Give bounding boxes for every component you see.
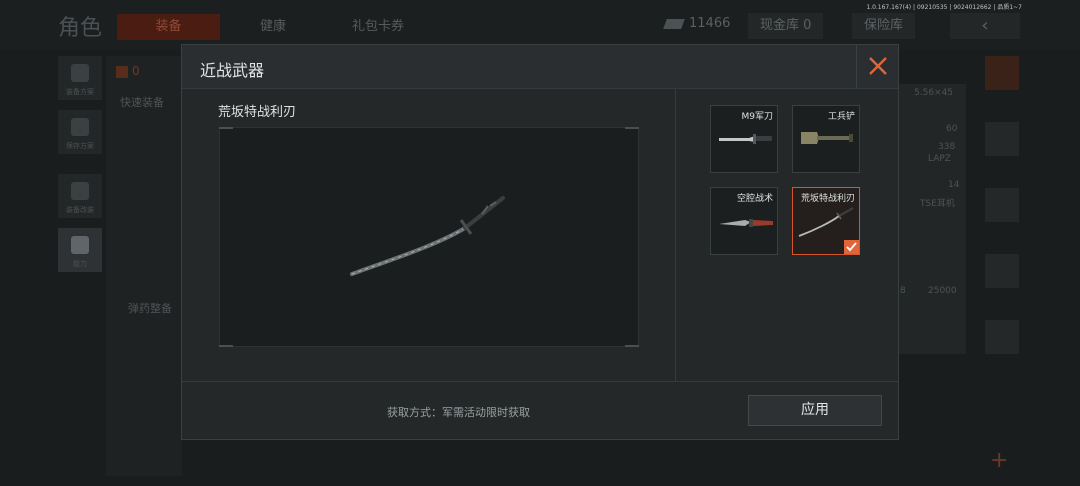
apply-button[interactable]: 应用 bbox=[748, 395, 882, 426]
bayonet-icon bbox=[719, 134, 772, 144]
count-badge: 0 bbox=[116, 64, 140, 78]
column-divider bbox=[675, 89, 676, 381]
save-plan-button[interactable]: 保存方案 bbox=[58, 110, 102, 154]
currency-value: 11466 bbox=[689, 16, 731, 31]
insurance-vault-button[interactable]: 保险库 bbox=[852, 13, 916, 39]
helmet-slot-icon[interactable] bbox=[985, 122, 1019, 156]
tab-equipment[interactable]: 装备 bbox=[117, 14, 220, 40]
back-arrow-icon: ‹ bbox=[981, 15, 989, 36]
download-icon bbox=[71, 118, 89, 136]
weapon-item-label: 荒坂特战利刃 bbox=[800, 194, 855, 204]
tab-health[interactable]: 健康 bbox=[260, 14, 286, 40]
shovel-icon bbox=[801, 132, 853, 144]
ammo-prep-button[interactable]: 弹药整备 bbox=[128, 300, 172, 316]
left-menu: 装备方案 保存方案 装备改装 能力 bbox=[58, 56, 102, 282]
close-icon bbox=[869, 57, 887, 75]
backpack-icon bbox=[116, 65, 128, 78]
footer-divider bbox=[182, 381, 898, 382]
dialog-header: 近战武器 bbox=[182, 45, 898, 89]
acquisition-method: 获取方式：军需活动限时获取 bbox=[387, 406, 530, 419]
melee-weapon-dialog: 近战武器 荒坂特战利刃 M9军刀 工兵铲 空腔战术 荒坂特战利刃 获取方式：军需… bbox=[181, 44, 899, 440]
plan-icon bbox=[71, 64, 89, 82]
tactical-knife-icon bbox=[719, 219, 773, 227]
close-button[interactable] bbox=[856, 45, 898, 88]
currency-display: 11466 bbox=[663, 16, 731, 31]
loadout-column: 5.56×45 60 338 LAPZ 14 TSE耳机 25000 8 bbox=[898, 84, 966, 354]
version-text: 1.0.167.167(4) | 09210535 | 9024012662 |… bbox=[866, 4, 1022, 11]
cash-icon bbox=[663, 18, 685, 29]
weapon-item-tactical[interactable]: 空腔战术 bbox=[710, 187, 778, 255]
rifle-slot-icon[interactable] bbox=[985, 188, 1019, 222]
weapon-preview[interactable] bbox=[219, 127, 639, 347]
quick-equip-button[interactable]: 快速装备 bbox=[120, 94, 164, 110]
page-title: 角色 bbox=[58, 16, 103, 41]
weapon-item-m9[interactable]: M9军刀 bbox=[710, 105, 778, 173]
bottle-slot-icon[interactable] bbox=[985, 320, 1019, 354]
selected-weapon-name: 荒坂特战利刃 bbox=[218, 105, 297, 120]
modify-button[interactable]: 装备改装 bbox=[58, 174, 102, 218]
tab-gift-cards[interactable]: 礼包卡券 bbox=[352, 14, 404, 40]
equip-plan-button[interactable]: 装备方案 bbox=[58, 56, 102, 100]
weapon-item-shovel[interactable]: 工兵铲 bbox=[792, 105, 860, 173]
add-icon[interactable]: + bbox=[990, 448, 1008, 473]
selected-check bbox=[844, 240, 859, 254]
weapon-item-label: 工兵铲 bbox=[827, 112, 855, 122]
magazine-slot-icon[interactable] bbox=[985, 254, 1019, 288]
weapon-item-label: 空腔战术 bbox=[736, 194, 773, 204]
checkmark-icon bbox=[846, 242, 857, 252]
soldier-icon bbox=[71, 182, 89, 200]
weapon-item-label: M9军刀 bbox=[741, 112, 774, 122]
equipment-panel: 0 快速装备 bbox=[106, 56, 182, 476]
slot-column bbox=[985, 56, 1019, 476]
dialog-title: 近战武器 bbox=[200, 61, 265, 80]
katana-model-icon bbox=[350, 196, 505, 276]
layers-icon[interactable] bbox=[985, 56, 1019, 90]
back-button[interactable]: ‹ bbox=[950, 13, 1020, 39]
cash-vault-button[interactable]: 现金库 0 bbox=[748, 13, 824, 39]
weapon-item-arasaka-blade[interactable]: 荒坂特战利刃 bbox=[792, 187, 860, 255]
ability-button[interactable]: 能力 bbox=[58, 228, 102, 272]
lightning-icon bbox=[71, 236, 89, 254]
